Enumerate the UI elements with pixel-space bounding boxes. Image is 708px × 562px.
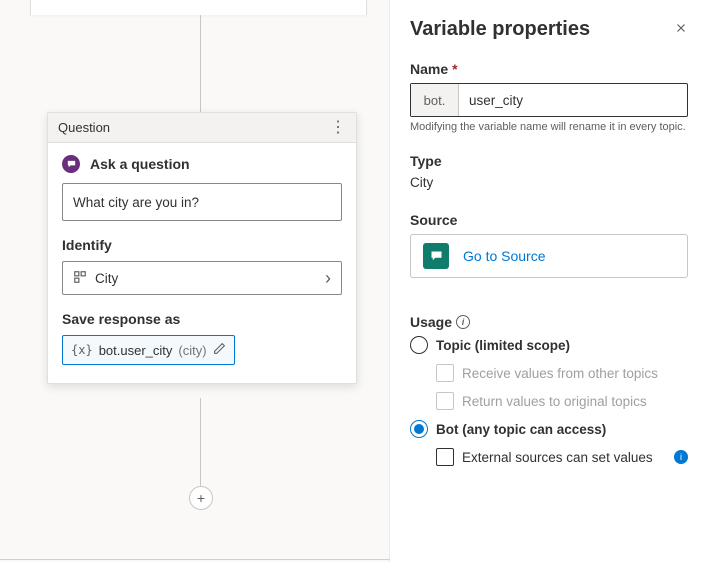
question-node[interactable]: Question ⋮ Ask a question What city are … [47, 112, 357, 384]
node-header: Question ⋮ [48, 113, 356, 143]
usage-label: Usage i [410, 314, 688, 330]
info-icon[interactable]: i [456, 315, 470, 329]
go-to-source-label: Go to Source [463, 248, 546, 264]
entity-value: City [95, 271, 118, 286]
info-icon[interactable]: i [674, 450, 688, 464]
save-response-label: Save response as [62, 311, 342, 327]
edit-icon [213, 342, 226, 358]
variable-name-input[interactable]: bot. user_city [410, 83, 688, 117]
add-node-button[interactable]: + [189, 486, 213, 510]
variable-properties-panel: Variable properties Name* bot. user_city… [390, 0, 708, 562]
name-hint: Modifying the variable name will rename … [410, 121, 688, 133]
identify-label: Identify [62, 237, 342, 253]
variable-chip[interactable]: {x} bot.user_city (city) [62, 335, 235, 365]
receive-values-checkbox: Receive values from other topics [436, 364, 688, 382]
scope-bot-radio[interactable]: Bot (any topic can access) [410, 420, 688, 438]
scope-topic-radio[interactable]: Topic (limited scope) [410, 336, 688, 354]
node-type-label: Question [58, 120, 110, 135]
connector-line [200, 15, 201, 115]
variable-icon: {x} [71, 343, 93, 357]
question-text-input[interactable]: What city are you in? [62, 183, 342, 221]
source-label: Source [410, 212, 688, 228]
checkbox-icon [436, 392, 454, 410]
variable-name: bot.user_city [99, 343, 173, 358]
topic-icon [423, 243, 449, 269]
return-values-checkbox: Return values to original topics [436, 392, 688, 410]
canvas-divider [0, 559, 390, 560]
radio-checked-icon [410, 420, 428, 438]
connector-line [200, 398, 201, 486]
identify-entity-dropdown[interactable]: City › [62, 261, 342, 295]
chevron-right-icon: › [325, 268, 331, 289]
ask-question-label: Ask a question [90, 156, 190, 172]
name-label: Name* [410, 61, 688, 77]
external-sources-checkbox[interactable]: External sources can set values i [436, 448, 688, 466]
name-value: user_city [459, 93, 523, 108]
checkbox-icon [436, 364, 454, 382]
radio-unchecked-icon [410, 336, 428, 354]
type-value: City [410, 175, 688, 190]
type-label: Type [410, 153, 688, 169]
question-icon [62, 155, 80, 173]
previous-node-hint [30, 0, 367, 15]
checkbox-icon [436, 448, 454, 466]
variable-type: (city) [178, 343, 206, 358]
go-to-source-button[interactable]: Go to Source [410, 234, 688, 278]
entity-icon [73, 270, 87, 287]
close-icon[interactable] [674, 21, 688, 38]
panel-title: Variable properties [410, 18, 590, 41]
name-prefix: bot. [411, 84, 459, 116]
authoring-canvas: + Question ⋮ Ask a question What city ar… [0, 0, 390, 562]
node-menu-button[interactable]: ⋮ [330, 120, 346, 136]
